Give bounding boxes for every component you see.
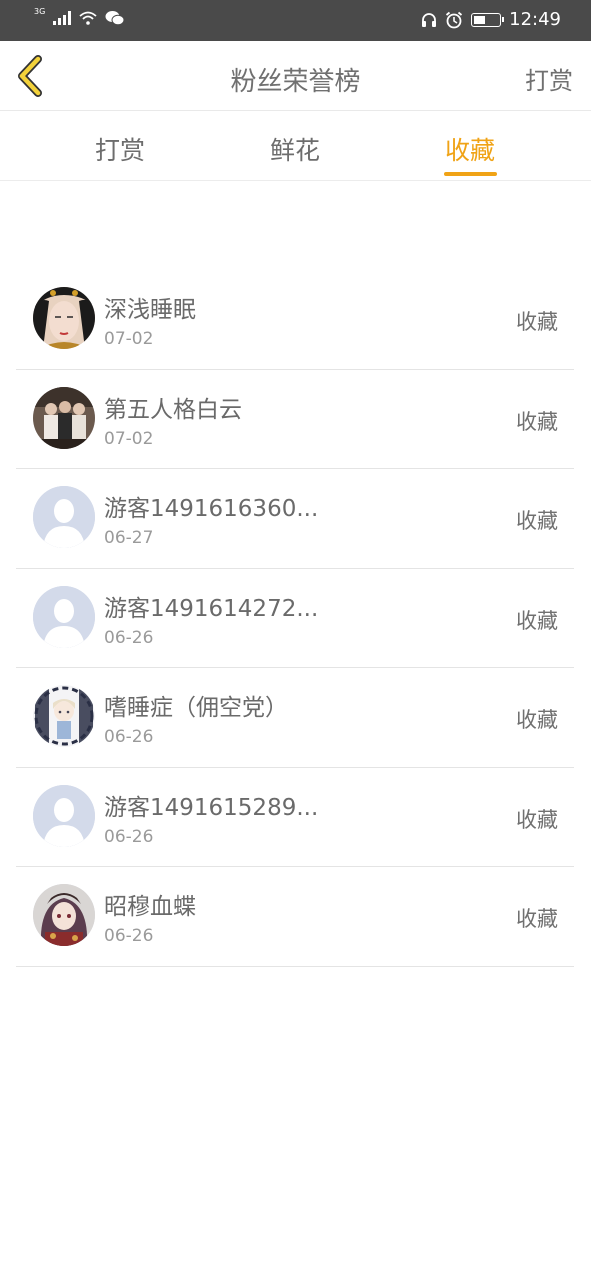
user-name: 第五人格白云 <box>104 396 242 423</box>
user-name: 游客1491616360... <box>104 496 319 522</box>
anime-avatar <box>33 685 95 747</box>
list-item[interactable]: 游客1491616360... 06-27 收藏 <box>16 469 574 569</box>
list-item[interactable]: 游客1491614272... 06-26 收藏 <box>16 569 574 668</box>
clock-time: 12:49 <box>509 9 561 30</box>
item-type: 收藏 <box>516 509 558 533</box>
item-date: 06-26 <box>104 926 154 946</box>
item-date: 06-27 <box>104 528 154 548</box>
list-item[interactable]: 嗜睡症（佣空党） 06-26 收藏 <box>16 668 574 768</box>
item-type: 收藏 <box>516 807 558 832</box>
default-avatar <box>33 486 95 548</box>
item-date: 07-02 <box>104 428 154 449</box>
tab-bar: 打赏 鲜花 收藏 <box>0 111 591 181</box>
user-name: 游客1491614272... <box>104 595 319 622</box>
header-bar: 粉丝荣誉榜 打赏 <box>0 41 591 111</box>
tab-favorites[interactable]: 收藏 <box>445 131 495 167</box>
fan-list: 深浅睡眠 07-02 收藏 第五人格白云 07-02 收藏 游客14916163… <box>16 270 574 967</box>
list-item[interactable]: 深浅睡眠 07-02 收藏 <box>16 270 574 370</box>
wechat-icon <box>105 11 125 26</box>
item-type: 收藏 <box>516 708 558 732</box>
user-name: 嗜睡症（佣空党） <box>104 695 288 721</box>
item-date: 07-02 <box>104 329 154 349</box>
item-type: 收藏 <box>516 907 558 931</box>
signal-icon <box>53 11 72 25</box>
tab-reward[interactable]: 打赏 <box>95 131 145 167</box>
item-date: 06-26 <box>104 826 154 847</box>
list-item[interactable]: 昭穆血蝶 06-26 收藏 <box>16 867 574 967</box>
item-type: 收藏 <box>516 608 558 633</box>
battery-icon <box>471 12 505 27</box>
item-type: 收藏 <box>516 409 558 434</box>
status-bar: 3G 12:49 <box>0 0 591 41</box>
network-type: 3G <box>34 7 46 16</box>
wifi-icon <box>79 11 97 25</box>
group-photo-avatar <box>33 386 95 449</box>
active-tab-indicator <box>444 172 497 176</box>
portrait-avatar <box>33 287 95 349</box>
list-item[interactable]: 游客1491615289... 06-26 收藏 <box>16 768 574 867</box>
item-date: 06-26 <box>104 727 154 747</box>
item-date: 06-26 <box>104 627 154 648</box>
default-avatar <box>33 585 95 648</box>
user-name: 昭穆血蝶 <box>104 894 196 920</box>
anime-girl-avatar <box>33 884 95 946</box>
list-item[interactable]: 第五人格白云 07-02 收藏 <box>16 370 574 469</box>
page-title: 粉丝荣誉榜 <box>230 67 361 97</box>
user-name: 深浅睡眠 <box>104 297 196 323</box>
alarm-icon <box>446 11 463 28</box>
user-name: 游客1491615289... <box>104 794 319 821</box>
reward-button[interactable]: 打赏 <box>525 61 573 96</box>
headphones-icon <box>422 12 437 27</box>
default-avatar <box>33 784 95 847</box>
tab-flowers[interactable]: 鲜花 <box>270 131 320 167</box>
item-type: 收藏 <box>516 310 558 334</box>
